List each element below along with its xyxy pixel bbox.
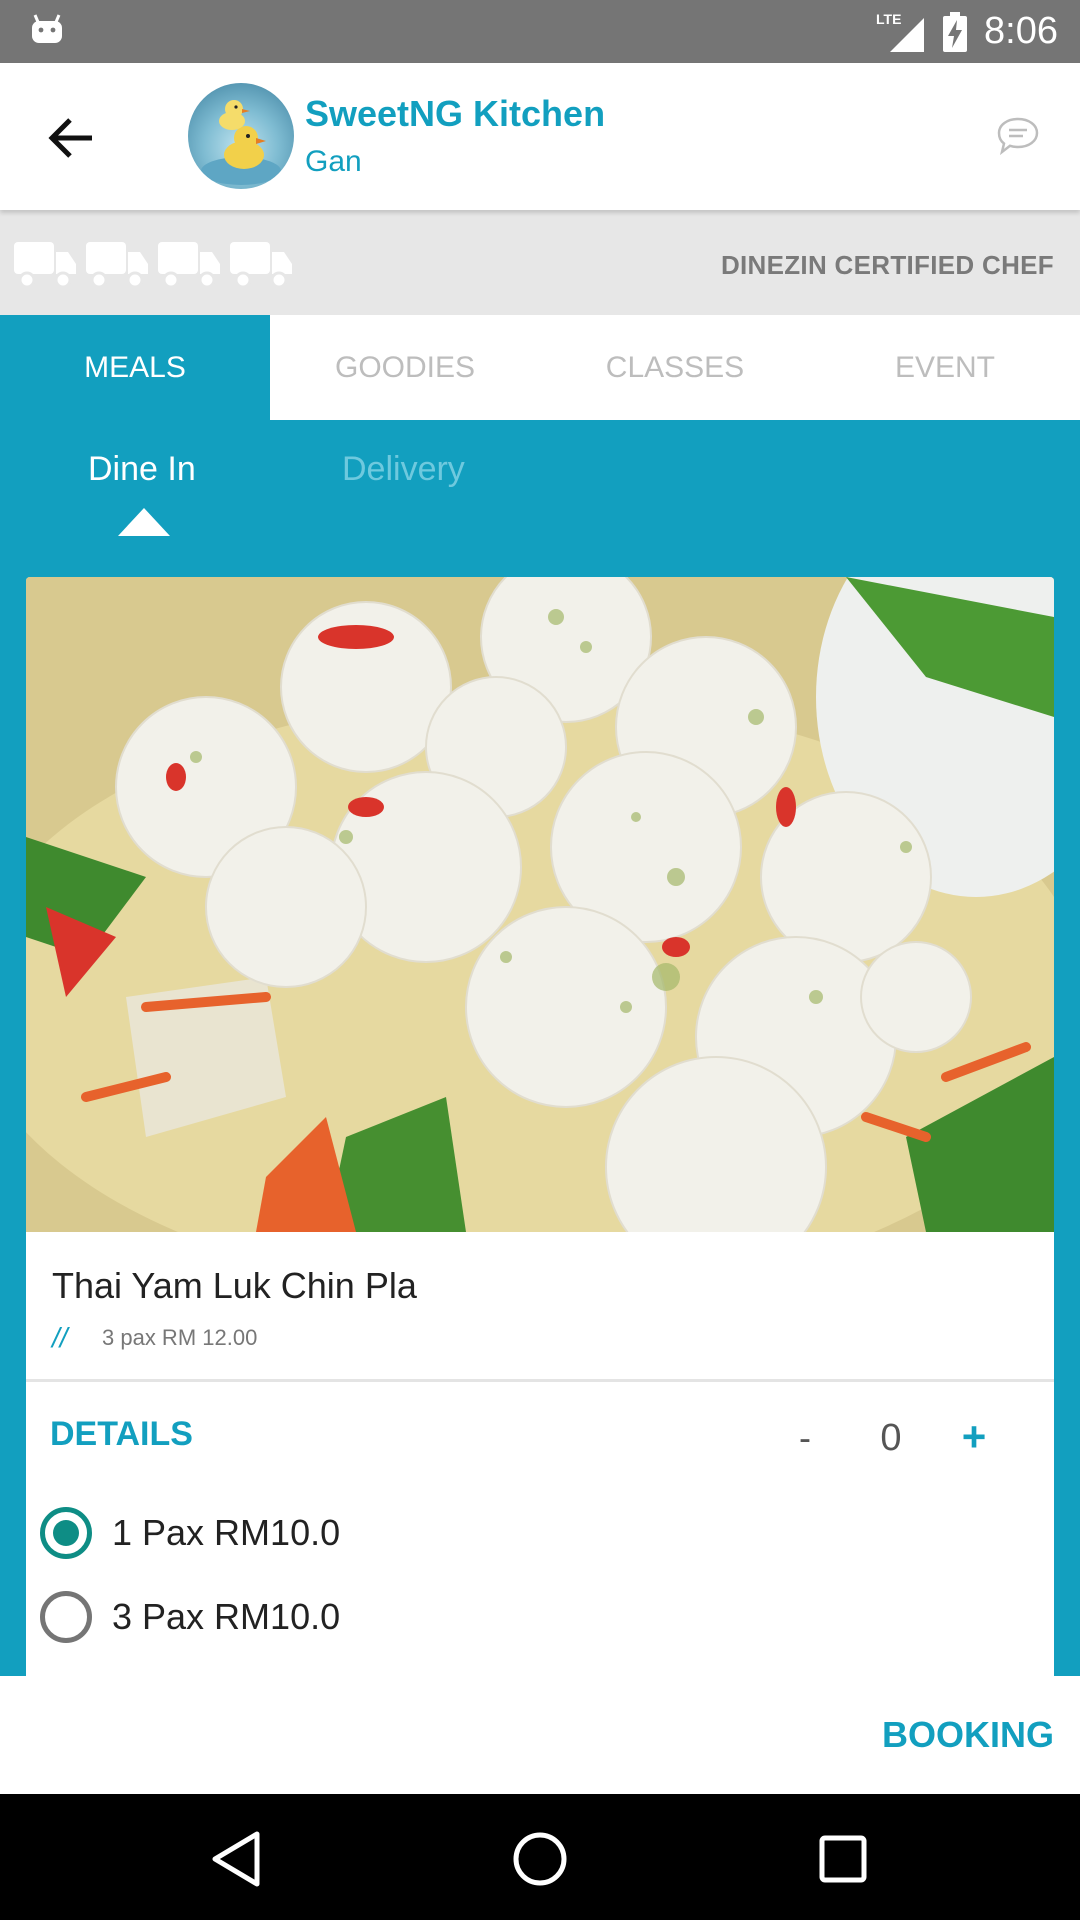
system-navigation-bar [0,1794,1080,1920]
active-subtab-indicator [118,508,170,536]
battery-charging-icon [943,11,968,52]
nav-home-icon[interactable] [505,1824,575,1894]
kitchen-name: SweetNG Kitchen [305,93,606,134]
certification-bar: DINEZIN CERTIFIED CHEF [0,210,1080,315]
certified-chef-label: DINEZIN CERTIFIED CHEF [720,250,1054,280]
meal-card: Thai Yam Luk Chin Pla // 3 pax RM 12.00 … [26,577,1054,1677]
back-arrow-icon [48,118,92,158]
decrease-quantity-button[interactable]: - [790,1417,820,1459]
tab-goodies[interactable]: GOODIES [270,315,540,420]
lte-signal-icon: LTE [876,11,925,52]
truck-icon [230,242,292,289]
truck-icon [14,242,76,289]
nav-back-icon[interactable] [201,1824,271,1894]
radio-unselected[interactable] [40,1591,92,1643]
status-time: 8:06 [984,10,1058,52]
nav-recents-icon[interactable] [808,1824,878,1894]
details-heading: DETAILS [50,1415,193,1453]
pax-option-label: 3 Pax RM10.0 [112,1596,341,1637]
divider [26,1379,1054,1382]
price-marker: // [52,1322,68,1353]
tab-meals[interactable]: MEALS [0,315,270,420]
booking-bar: BOOKING [0,1676,1080,1794]
meal-price: 3 pax RM 12.00 [102,1325,258,1350]
booking-button[interactable]: BOOKING [882,1714,1054,1756]
pax-option-1[interactable]: 1 Pax RM10.0 [40,1507,340,1559]
android-notification-icon [32,14,62,43]
truck-icon [86,242,148,289]
delivery-rating [14,238,292,290]
fish-ball-dish-image [26,577,1054,1232]
category-tabs: MEALS GOODIES CLASSES EVENT [0,315,1080,420]
meal-price-row: // 3 pax RM 12.00 [52,1322,257,1354]
lte-label: LTE [876,11,901,27]
radio-selected[interactable] [40,1507,92,1559]
tab-classes[interactable]: CLASSES [540,315,810,420]
service-subtabs: Dine In Delivery [0,420,1080,540]
subtab-delivery[interactable]: Delivery [342,450,465,489]
quantity-value: 0 [880,1417,902,1459]
meal-photo[interactable] [26,577,1054,1232]
truck-icon [158,242,220,289]
increase-quantity-button[interactable]: + [954,1413,994,1461]
meal-title: Thai Yam Luk Chin Pla [52,1265,417,1306]
duck-avatar-image [201,100,281,185]
tab-event[interactable]: EVENT [810,315,1080,420]
chat-icon[interactable] [996,116,1040,156]
back-button[interactable] [40,108,100,168]
chef-name: Gan [305,145,362,178]
subtab-dine-in[interactable]: Dine In [88,450,196,489]
pax-option-3[interactable]: 3 Pax RM10.0 [40,1591,340,1643]
chef-header: SweetNG Kitchen Gan [0,63,1080,210]
pax-option-label: 1 Pax RM10.0 [112,1512,341,1553]
status-bar: LTE 8:06 [0,0,1080,63]
chef-avatar[interactable] [188,83,294,189]
